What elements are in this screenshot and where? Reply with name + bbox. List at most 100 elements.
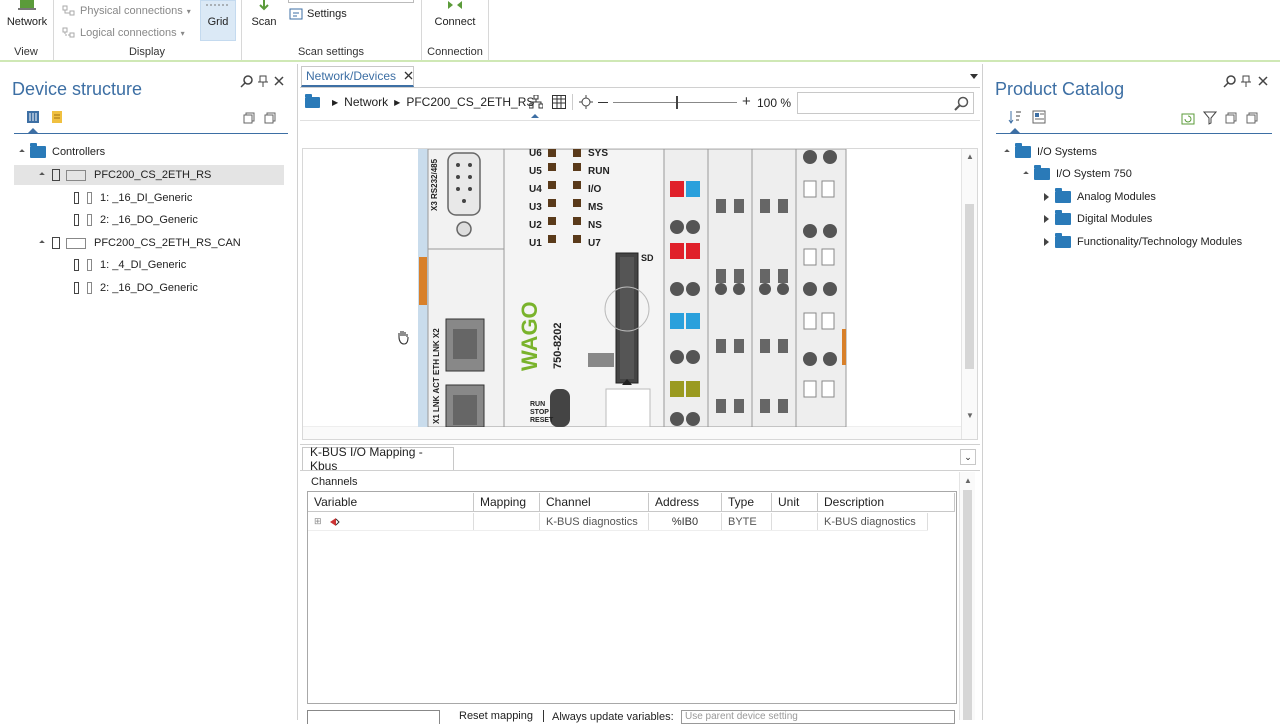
table-view-icon[interactable] [552, 95, 566, 109]
module-icon [74, 259, 79, 271]
expand-arrow-icon[interactable] [39, 240, 45, 246]
physical-connections-dropdown[interactable]: Physical connections ▾ [62, 5, 191, 17]
wago-logo: WAGO [517, 301, 542, 371]
settings-button[interactable]: Settings [289, 7, 347, 21]
close-icon[interactable] [1256, 74, 1270, 88]
tree-item-module[interactable]: 2: _16_DO_Generic [74, 278, 198, 298]
connect-button[interactable]: Connect [430, 0, 480, 36]
zoom-slider[interactable] [613, 102, 737, 103]
collapse-panel-button[interactable]: ⌄ [960, 449, 976, 465]
tab-network-devices[interactable]: Network/Devices [301, 66, 414, 87]
catalog-view-icon[interactable] [1032, 110, 1046, 124]
tab-list-dropdown-icon[interactable] [970, 74, 978, 79]
filter-input[interactable] [307, 710, 440, 724]
column-header-channel[interactable]: Channel [540, 493, 649, 512]
topology-icon[interactable] [529, 95, 543, 109]
column-header-unit[interactable]: Unit [772, 493, 818, 512]
expand-all-icon[interactable] [1245, 111, 1259, 125]
tree-item-module[interactable]: 1: _4_DI_Generic [74, 255, 186, 275]
channel-cell: K-BUS diagnostics [540, 513, 649, 530]
vertical-scrollbar[interactable]: ▲ ▼ [961, 149, 977, 439]
table-row[interactable]: ⊞ K-BUS diagnostics %IB0 BYTE K-BUS diag… [308, 513, 928, 531]
tab-indicator [28, 128, 38, 133]
zoom-fit-icon[interactable] [579, 95, 593, 109]
expand-all-icon[interactable] [263, 111, 277, 125]
tree-item-functionality-technology-modules[interactable]: Functionality/Technology Modules [1044, 232, 1242, 252]
tree-item-label: Analog Modules [1077, 191, 1156, 203]
document-view-icon[interactable] [50, 110, 64, 124]
tree-item-pfc200-cs-2eth-rs-can[interactable]: PFC200_CS_2ETH_RS_CAN [39, 233, 241, 253]
scrollbar-thumb[interactable] [965, 204, 974, 369]
tree-item-digital-modules[interactable]: Digital Modules [1044, 209, 1152, 229]
zoom-out-icon[interactable] [598, 102, 608, 103]
sort-icon[interactable] [1008, 110, 1022, 124]
search-icon[interactable] [240, 74, 254, 88]
folder-icon [1055, 210, 1071, 225]
tree-item-label: 1: _16_DI_Generic [100, 192, 193, 204]
pin-icon[interactable] [256, 74, 270, 88]
tree-item-module[interactable]: 1: _16_DI_Generic [74, 188, 192, 208]
logical-connections-dropdown[interactable]: Logical connections ▾ [62, 27, 185, 39]
active-indicator [531, 114, 539, 118]
column-header-type[interactable]: Type [722, 493, 772, 512]
refresh-icon[interactable] [1181, 111, 1195, 125]
connect-icon [448, 1, 462, 9]
zoom-slider-thumb[interactable] [676, 96, 679, 109]
expand-arrow-icon[interactable] [1023, 171, 1029, 177]
reset-mapping-button[interactable]: Reset mapping [459, 710, 533, 722]
breadcrumb-network[interactable]: Network [344, 95, 388, 109]
status-led-labels: SYS RUN I/O MS NS U7 [588, 148, 610, 249]
variable-cell[interactable]: ⊞ [308, 513, 474, 530]
search-icon[interactable] [953, 96, 969, 112]
expand-plus-icon[interactable]: ⊞ [314, 516, 322, 527]
close-icon[interactable] [404, 69, 413, 83]
expand-arrow-icon[interactable] [1044, 238, 1049, 246]
grid-button[interactable]: Grid [200, 0, 236, 41]
kbus-vertical-scrollbar[interactable]: ▲ [959, 472, 975, 720]
expand-arrow-icon[interactable] [1004, 149, 1010, 155]
tree-item-io-system-750[interactable]: I/O System 750 [1023, 164, 1132, 184]
tree-item-module[interactable]: 2: _16_DO_Generic [74, 210, 198, 230]
search-icon[interactable] [1223, 74, 1237, 88]
close-icon[interactable] [272, 74, 286, 88]
editor-area: Network/Devices ▶ Network ▶ PFC200_CS_2E… [300, 64, 980, 444]
scrollbar-thumb[interactable] [963, 490, 972, 720]
tree-item-io-systems[interactable]: I/O Systems [1004, 142, 1097, 162]
zoom-in-icon[interactable]: + [742, 94, 751, 109]
pin-icon[interactable] [1239, 74, 1253, 88]
tree-item-pfc200-cs-2eth-rs[interactable]: PFC200_CS_2ETH_RS [14, 165, 284, 185]
channels-grid: Variable Mapping Channel Address Type Un… [307, 491, 957, 704]
expand-arrow-icon[interactable] [1044, 193, 1049, 201]
column-header-mapping[interactable]: Mapping [474, 493, 540, 512]
device-thumbnail-icon [66, 169, 86, 181]
folder-icon [1055, 188, 1071, 203]
breadcrumb-device[interactable]: PFC200_CS_2ETH_RS [406, 95, 534, 109]
expand-arrow-icon[interactable] [19, 149, 25, 155]
always-update-select[interactable]: Use parent device setting [681, 710, 955, 724]
structure-view-icon[interactable] [26, 110, 40, 124]
tree-item-controllers[interactable]: Controllers [19, 142, 105, 162]
tab-kbus-mapping[interactable]: K-BUS I/O Mapping - Kbus [302, 445, 454, 473]
column-header-address[interactable]: Address [649, 493, 722, 512]
collapse-all-icon[interactable] [242, 111, 256, 125]
expand-arrow-icon[interactable] [1044, 215, 1049, 223]
always-update-label: Always update variables: [552, 711, 674, 723]
address-cell: %IB0 [649, 513, 722, 530]
device-structure-panel: Device structure Controllers PFC200_CS_2… [0, 64, 298, 720]
device-search-input[interactable] [797, 92, 974, 114]
column-header-variable[interactable]: Variable [308, 493, 474, 512]
tree-item-label: 2: _16_DO_Generic [100, 214, 198, 226]
scan-button[interactable]: Scan [248, 0, 280, 36]
tree-item-analog-modules[interactable]: Analog Modules [1044, 187, 1156, 207]
horizontal-scrollbar[interactable] [303, 426, 961, 439]
network-button[interactable]: Network [4, 0, 50, 36]
mapping-cell[interactable] [474, 513, 540, 530]
device-canvas[interactable]: ▲ ▼ X3 RS232/485 U6 U5 U4 U3 U2 U1 SYS R… [302, 148, 978, 440]
expand-arrow-icon[interactable] [39, 172, 45, 178]
module-icon [74, 214, 79, 226]
scan-dropdown-box[interactable] [288, 0, 414, 3]
folder-icon [1034, 165, 1050, 180]
collapse-all-icon[interactable] [1224, 111, 1238, 125]
filter-icon[interactable] [1203, 111, 1217, 125]
column-header-description[interactable]: Description [818, 493, 955, 512]
